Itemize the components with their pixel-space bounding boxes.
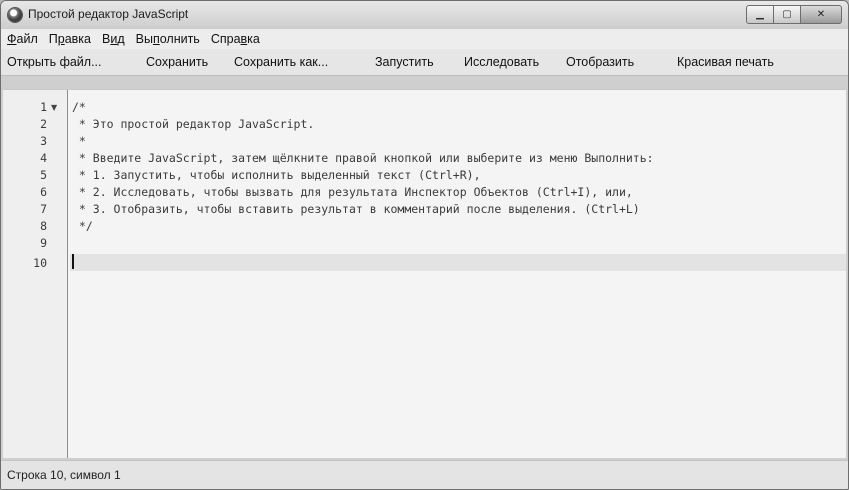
code-line[interactable]: * 2. Исследовать, чтобы вызвать для резу… [70, 185, 846, 199]
app-window: Простой редактор JavaScript ▁ ▢ ✕ Файл П… [0, 0, 849, 490]
menu-bar: Файл Правка Вид Выполнить Справка [1, 29, 848, 49]
line-number-gutter: 1 ▼ 2 3 4 5 6 7 8 9 10 [3, 90, 68, 458]
fold-arrow-icon[interactable]: ▼ [51, 103, 57, 112]
line-number: 3 [40, 134, 47, 148]
line-number: 10 [33, 256, 47, 270]
toolbar: Открыть файл... Сохранить Сохранить как.… [1, 49, 848, 76]
run-button[interactable]: Запустить [373, 52, 436, 72]
line-number: 5 [40, 168, 47, 182]
title-bar[interactable]: Простой редактор JavaScript ▁ ▢ ✕ [1, 1, 848, 29]
line-number: 4 [40, 151, 47, 165]
close-button[interactable]: ✕ [801, 5, 842, 24]
line-number: 1 [40, 100, 47, 114]
code-line[interactable] [70, 236, 846, 250]
status-bar: Строка 10, символ 1 [1, 460, 848, 489]
open-file-button[interactable]: Открыть файл... [5, 52, 104, 72]
save-button[interactable]: Сохранить [144, 52, 210, 72]
code-line[interactable]: * 3. Отобразить, чтобы вставить результа… [70, 202, 846, 216]
window-controls: ▁ ▢ ✕ [746, 5, 842, 24]
menu-edit[interactable]: Правка [43, 32, 96, 46]
menu-view[interactable]: Вид [96, 32, 130, 46]
line-number: 7 [40, 202, 47, 216]
close-icon: ✕ [816, 9, 826, 20]
window-title: Простой редактор JavaScript [28, 7, 189, 21]
menu-help[interactable]: Справка [205, 32, 265, 46]
text-cursor [72, 254, 74, 269]
code-line[interactable]: * [70, 134, 846, 148]
minimize-button[interactable]: ▁ [746, 5, 774, 24]
cursor-position: Строка 10, символ 1 [7, 468, 121, 482]
code-area[interactable]: /* * Это простой редактор JavaScript. * … [70, 90, 846, 458]
minimize-icon: ▁ [756, 9, 764, 20]
maximize-button[interactable]: ▢ [774, 5, 801, 24]
line-number: 2 [40, 117, 47, 131]
pretty-print-button[interactable]: Красивая печать [675, 52, 776, 72]
menu-execute[interactable]: Выполнить [130, 32, 205, 46]
save-as-button[interactable]: Сохранить как... [232, 52, 330, 72]
code-line[interactable]: /* [70, 100, 846, 114]
line-number: 9 [40, 236, 47, 250]
code-line[interactable]: * Введите JavaScript, затем щёлкните пра… [70, 151, 846, 165]
code-line[interactable]: * Это простой редактор JavaScript. [70, 117, 846, 131]
code-line[interactable]: */ [70, 219, 846, 233]
app-icon [8, 8, 22, 22]
active-code-line[interactable] [70, 254, 846, 271]
inspect-button[interactable]: Исследовать [462, 52, 541, 72]
code-editor[interactable]: 1 ▼ 2 3 4 5 6 7 8 9 10 /* * Это простой … [3, 89, 846, 458]
line-number: 6 [40, 185, 47, 199]
maximize-icon: ▢ [782, 9, 792, 20]
line-number: 8 [40, 219, 47, 233]
menu-file[interactable]: Файл [1, 32, 43, 46]
code-line[interactable]: * 1. Запустить, чтобы исполнить выделенн… [70, 168, 846, 182]
display-button[interactable]: Отобразить [564, 52, 636, 72]
